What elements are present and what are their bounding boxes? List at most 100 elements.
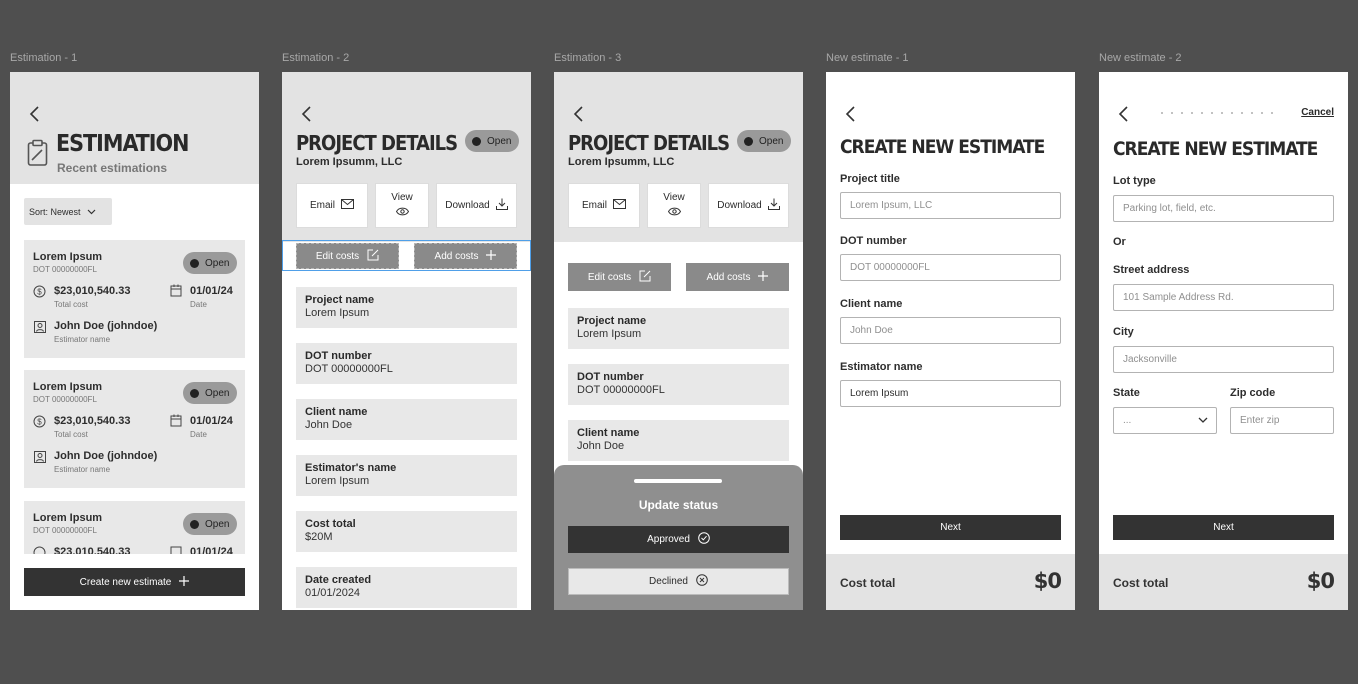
city-input[interactable]: Jacksonville <box>1113 346 1334 373</box>
field-label: Zip code <box>1230 387 1276 399</box>
download-button[interactable]: Download <box>436 183 517 228</box>
estimate-card[interactable]: Lorem Ipsum DOT 00000000FL Open $23,010,… <box>24 501 245 554</box>
card-dot: DOT 00000000FL <box>33 265 97 274</box>
check-circle-icon <box>698 532 710 547</box>
or-divider: Or <box>1113 236 1126 248</box>
card-cost-label: Total cost <box>54 430 88 439</box>
page-title: CREATE NEW ESTIMATE <box>840 136 1045 158</box>
page-subtitle: Recent estimations <box>57 161 168 175</box>
mail-icon <box>341 199 354 212</box>
street-address-input[interactable]: 101 Sample Address Rd. <box>1113 284 1334 311</box>
approved-button[interactable]: Approved <box>568 526 789 553</box>
svg-text:$: $ <box>37 287 42 296</box>
dollar-icon: $ <box>33 415 46 433</box>
frame-new-estimate-2: Cancel CREATE NEW ESTIMATE Lot type Park… <box>1099 72 1348 610</box>
status-bottom-sheet: Update status Approved Declined <box>554 465 803 610</box>
download-icon <box>767 198 780 213</box>
dollar-icon: $ <box>33 285 46 303</box>
dot-number-input[interactable]: DOT 00000000FL <box>840 254 1061 281</box>
edit-icon <box>367 249 379 264</box>
company-name: Lorem Ipsumm, LLC <box>296 156 403 168</box>
cost-total-value: $0 <box>1306 569 1335 593</box>
calendar-icon <box>170 414 182 432</box>
create-estimate-button[interactable]: Create new estimate <box>24 568 245 596</box>
view-button[interactable]: View <box>375 183 429 228</box>
eye-icon <box>395 207 409 219</box>
frame-label: Estimation - 3 <box>554 52 622 64</box>
back-icon[interactable] <box>844 105 858 123</box>
user-icon <box>34 450 46 468</box>
estimate-card[interactable]: Lorem Ipsum DOT 00000000FL Open $ $23,01… <box>24 370 245 488</box>
svg-text:$: $ <box>37 417 42 426</box>
field-label: City <box>1113 326 1134 338</box>
info-estimator-name: Estimator's name Lorem Ipsum <box>296 455 517 496</box>
field-label: Lot type <box>1113 175 1156 187</box>
status-badge[interactable]: Open <box>737 130 792 152</box>
project-title-input[interactable]: Lorem Ipsum, LLC <box>840 192 1061 219</box>
card-estimator-label: Estimator name <box>54 465 111 474</box>
frame-label: New estimate - 1 <box>826 52 909 64</box>
download-button[interactable]: Download <box>708 183 789 228</box>
add-costs-button[interactable]: Add costs <box>686 263 789 291</box>
calendar-icon <box>170 284 182 302</box>
status-badge: Open <box>183 382 238 404</box>
back-icon[interactable] <box>572 105 586 123</box>
email-button[interactable]: Email <box>296 183 368 228</box>
edit-costs-button[interactable]: Edit costs <box>296 243 399 269</box>
frame-estimation-3: PROJECT DETAILS Lorem Ipsumm, LLC Open E… <box>554 72 803 610</box>
cost-total-label: Cost total <box>840 576 896 590</box>
card-date: 01/01/24 <box>190 546 233 554</box>
status-badge[interactable]: Open <box>465 130 520 152</box>
dollar-icon <box>33 546 46 554</box>
plus-icon <box>486 249 497 263</box>
info-client-name: Client name John Doe <box>296 399 517 440</box>
frame-estimation-1: ESTIMATION Recent estimations Sort: Newe… <box>10 72 259 610</box>
card-date-label: Date <box>190 300 207 309</box>
estimator-name-input[interactable]: Lorem Ipsum <box>840 380 1061 407</box>
card-dot: DOT 00000000FL <box>33 526 97 535</box>
add-costs-button[interactable]: Add costs <box>414 243 517 269</box>
page-title: ESTIMATION <box>56 131 189 157</box>
info-project-name: Project name Lorem Ipsum <box>296 287 517 328</box>
edit-costs-button[interactable]: Edit costs <box>568 263 671 291</box>
estimate-card[interactable]: Lorem Ipsum DOT 00000000FL Open $ $23,01… <box>24 240 245 358</box>
cancel-link[interactable]: Cancel <box>1301 107 1334 118</box>
back-icon[interactable] <box>300 105 314 123</box>
status-badge: Open <box>183 252 238 274</box>
plus-icon <box>758 270 769 284</box>
card-cost: $23,010,540.33 <box>54 285 131 297</box>
sort-dropdown[interactable]: Sort: Newest <box>24 198 112 225</box>
lot-type-input[interactable]: Parking lot, field, etc. <box>1113 195 1334 222</box>
email-button[interactable]: Email <box>568 183 640 228</box>
declined-button[interactable]: Declined <box>568 568 789 595</box>
field-label: State <box>1113 387 1140 399</box>
state-select[interactable]: ... <box>1113 407 1217 434</box>
info-cost-total: Cost total $20M <box>296 511 517 552</box>
next-button[interactable]: Next <box>1113 515 1334 540</box>
view-button[interactable]: View <box>647 183 701 228</box>
chevron-down-icon <box>1198 415 1208 426</box>
download-icon <box>495 198 508 213</box>
drag-handle[interactable] <box>634 479 722 483</box>
sheet-title: Update status <box>638 498 719 512</box>
field-label: Estimator name <box>840 361 923 373</box>
cost-total-bar: Cost total $0 <box>1099 554 1348 610</box>
card-date: 01/01/24 <box>190 415 233 427</box>
card-estimator: John Doe (johndoe) <box>54 450 158 462</box>
card-date: 01/01/24 <box>190 285 233 297</box>
card-date-label: Date <box>190 430 207 439</box>
next-button[interactable]: Next <box>840 515 1061 540</box>
back-icon[interactable] <box>1117 105 1131 123</box>
frame-label: Estimation - 2 <box>282 52 350 64</box>
mail-icon <box>613 199 626 212</box>
company-name: Lorem Ipsumm, LLC <box>568 156 675 168</box>
card-title: Lorem Ipsum <box>33 251 103 263</box>
zip-input[interactable]: Enter zip <box>1230 407 1334 434</box>
status-badge: Open <box>183 513 238 535</box>
info-dot-number: DOT number DOT 00000000FL <box>296 343 517 384</box>
client-name-input[interactable]: John Doe <box>840 317 1061 344</box>
frame-label: Estimation - 1 <box>10 52 78 64</box>
card-dot: DOT 00000000FL <box>33 395 97 404</box>
back-icon[interactable] <box>28 105 42 123</box>
info-project-name: Project name Lorem Ipsum <box>568 308 789 349</box>
